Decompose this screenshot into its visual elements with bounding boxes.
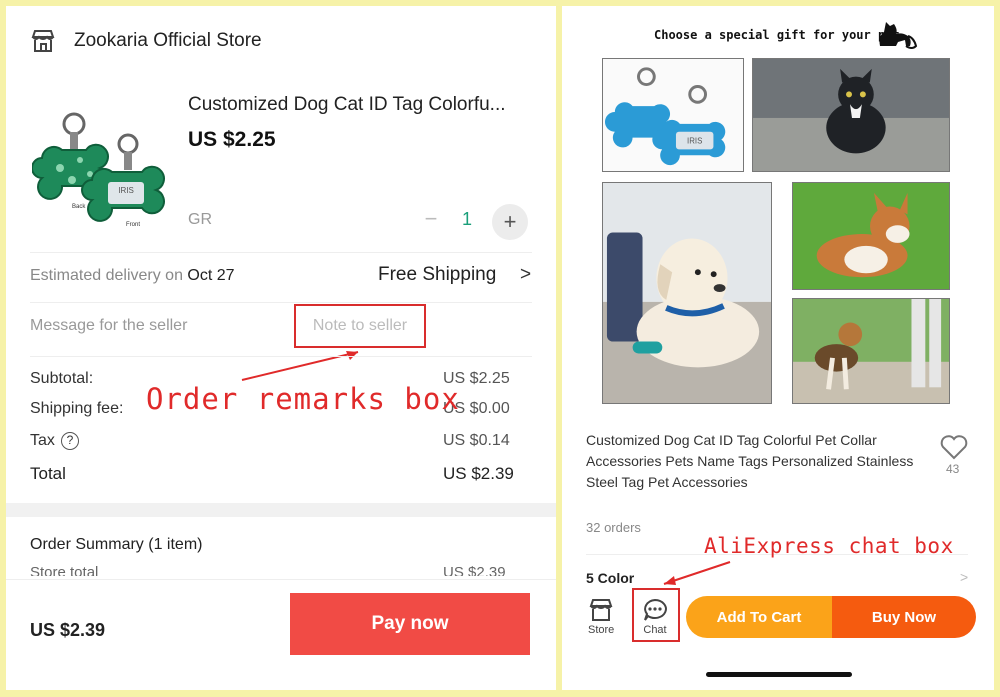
product-photo-beagle[interactable] — [792, 298, 950, 404]
store-total-label: Store total — [30, 564, 99, 576]
divider — [30, 356, 532, 357]
tax-label: Tax — [30, 432, 55, 449]
quantity-value: 1 — [462, 209, 473, 229]
divider — [30, 252, 532, 253]
add-to-cart-button[interactable]: Add To Cart — [686, 596, 832, 638]
store-icon — [589, 599, 613, 621]
product-photo-cat[interactable] — [752, 58, 950, 172]
color-option-label[interactable]: 5 Color — [586, 570, 634, 586]
quantity-decrease-button[interactable]: − — [420, 206, 442, 232]
total-value: US $2.39 — [443, 464, 514, 483]
subtotal-label: Subtotal: — [30, 370, 94, 387]
store-header[interactable]: Zookaria Official Store — [30, 28, 262, 54]
delivery-date: Oct 27 — [187, 267, 235, 284]
bottom-total: US $2.39 — [30, 620, 106, 640]
wishlist-count: 43 — [946, 462, 960, 476]
shipping-chevron-icon[interactable]: > — [520, 264, 531, 286]
chat-bubble-icon — [644, 598, 667, 621]
buy-now-button[interactable]: Buy Now — [832, 596, 976, 638]
tag-engraving-text: IRIS — [118, 186, 134, 195]
product-page-panel: Choose a special gift for your pet IRIS — [562, 6, 994, 690]
total-label: Total — [30, 464, 66, 483]
tag-engraving-text: IRIS — [687, 137, 702, 146]
tag-front-label: Front — [126, 222, 140, 228]
store-total-value: US $2.39 — [443, 564, 506, 576]
checkout-panel: Zookaria Official Store IRIS Back Front … — [6, 6, 556, 690]
product-photo-labrador[interactable] — [602, 182, 772, 404]
divider — [30, 302, 532, 303]
store-name: Zookaria Official Store — [74, 30, 262, 51]
section-separator — [6, 503, 556, 517]
shipping-method[interactable]: Free Shipping — [378, 264, 496, 286]
pay-now-button[interactable]: Pay now — [290, 593, 530, 655]
orders-count: 32 orders — [586, 520, 641, 535]
tax-value: US $0.14 — [443, 432, 510, 449]
product-variant: GR — [188, 211, 212, 228]
heart-icon[interactable] — [940, 434, 968, 460]
order-remarks-annotation: Order remarks box — [146, 382, 460, 416]
annotation-arrow — [663, 561, 731, 585]
home-indicator[interactable] — [706, 672, 852, 677]
annotation-arrow — [241, 351, 359, 381]
product-photo-tags[interactable]: IRIS — [602, 58, 744, 172]
seller-message-label: Message for the seller — [30, 317, 188, 334]
quantity-increase-button[interactable]: + — [492, 204, 528, 240]
color-chevron-icon[interactable]: > — [960, 569, 968, 585]
product-photo-corgi[interactable] — [792, 182, 950, 290]
store-icon — [31, 30, 55, 52]
dog-silhouette-icon — [879, 22, 918, 49]
order-summary-title: Order Summary (1 item) — [30, 536, 203, 553]
tab-store[interactable]: Store — [588, 598, 614, 636]
product-price: US $2.25 — [188, 128, 276, 151]
tab-chat[interactable]: Chat — [642, 598, 668, 636]
checkout-bottom-bar: US $2.39 Pay now — [6, 579, 556, 690]
tag-back-label: Back — [72, 204, 86, 210]
chat-box-annotation: AliExpress chat box — [704, 534, 954, 558]
delivery-estimate: Estimated delivery on Oct 27 — [30, 267, 235, 285]
delivery-prefix: Estimated delivery on — [30, 267, 183, 284]
tax-row: Tax? — [30, 432, 79, 450]
gift-banner-text: Choose a special gift for your pet — [654, 28, 900, 42]
product-thumbnail[interactable]: IRIS Back Front — [31, 96, 172, 236]
product-title: Customized Dog Cat ID Tag Colorful Pet C… — [586, 432, 914, 490]
tab-store-label: Store — [588, 624, 615, 636]
shipping-fee-label: Shipping fee: — [30, 400, 124, 417]
help-icon[interactable]: ? — [60, 432, 79, 450]
product-title[interactable]: Customized Dog Cat ID Tag Colorfu... — [188, 94, 538, 116]
note-to-seller-input[interactable]: Note to seller — [294, 304, 426, 348]
tab-chat-label: Chat — [643, 624, 667, 636]
